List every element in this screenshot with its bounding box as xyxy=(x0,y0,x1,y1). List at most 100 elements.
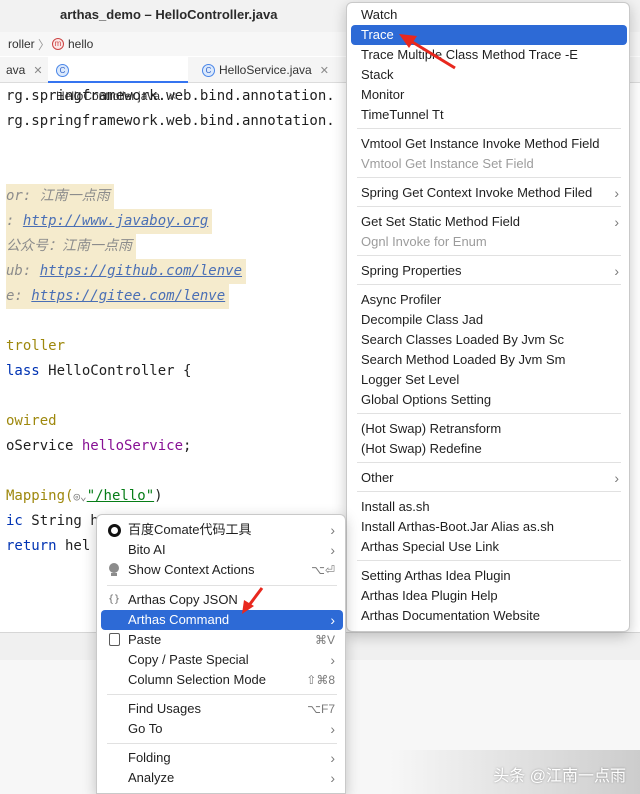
menu-item-label: Show Context Actions xyxy=(128,562,255,577)
field-name: helloService xyxy=(81,438,184,454)
comment-link[interactable]: https://github.com/lenve xyxy=(40,263,242,279)
chevron-right-icon: › xyxy=(330,522,335,538)
code-text: ; xyxy=(183,438,192,454)
menu-item-static-field[interactable]: Get Set Static Method Field › xyxy=(351,212,627,232)
menu-item-column-selection[interactable]: Column Selection Mode ⇧⌘8 xyxy=(101,670,343,690)
menu-item-ognl-enum: Ognl Invoke for Enum xyxy=(351,232,627,252)
tab-hello-service[interactable]: C HelloService.java ✕ xyxy=(196,57,336,83)
menu-item-async-profiler[interactable]: Async Profiler xyxy=(351,290,627,310)
watermark-text: 头条 @江南一点雨 xyxy=(493,768,626,785)
doc-comment-line: e: https://gitee.com/lenve xyxy=(6,284,230,309)
chevron-right-icon: › xyxy=(330,750,335,766)
menu-item-decompile-jad[interactable]: Decompile Class Jad xyxy=(351,310,627,330)
menu-item-label: (Hot Swap) Redefine xyxy=(361,441,482,456)
menu-item-other[interactable]: Other › xyxy=(351,468,627,488)
menu-item-trace[interactable]: Trace xyxy=(351,25,627,45)
menu-item-label: Trace xyxy=(361,27,394,42)
arthas-command-submenu: Watch Trace Trace Multiple Class Method … xyxy=(346,2,630,632)
menu-item-label: Decompile Class Jad xyxy=(361,312,484,327)
menu-item-label: Copy / Paste Special xyxy=(128,652,249,667)
menu-item-label: Get Set Static Method Field xyxy=(361,214,520,229)
menu-item-label: Arthas Documentation Website xyxy=(361,608,540,623)
menu-item-label: Paste xyxy=(128,632,162,647)
menu-item-label: Arthas Command xyxy=(128,612,230,627)
chevron-right-icon: › xyxy=(330,770,335,786)
comment-link[interactable]: https://gitee.com/lenve xyxy=(31,288,225,304)
menu-item-arthas-command[interactable]: Arthas Command › xyxy=(101,610,343,630)
chevron-right-icon: › xyxy=(330,612,335,628)
annotation: Mapping( xyxy=(6,488,74,504)
menu-separator xyxy=(357,284,621,285)
menu-separator xyxy=(107,585,337,586)
menu-item-label: Analyze xyxy=(128,770,175,785)
menu-item-plugin-help[interactable]: Arthas Idea Plugin Help xyxy=(351,586,627,606)
menu-item-bito-ai[interactable]: Bito AI › xyxy=(101,540,343,560)
menu-item-watch[interactable]: Watch xyxy=(351,5,627,25)
code-line: rg.springframework.web.bind.annotation. xyxy=(6,113,335,129)
menu-item-arthas-copy-json[interactable]: {} Arthas Copy JSON xyxy=(101,590,343,610)
menu-item-plugin-settings[interactable]: Setting Arthas Idea Plugin xyxy=(351,566,627,586)
close-icon[interactable]: ✕ xyxy=(320,65,329,77)
annotation-line: owired xyxy=(6,413,57,429)
comment-link[interactable]: http://www.javaboy.org xyxy=(23,213,208,229)
menu-item-timetunnel[interactable]: TimeTunnel Tt xyxy=(351,105,627,125)
menu-item-label: Bito AI xyxy=(128,542,166,557)
menu-item-search-classes[interactable]: Search Classes Loaded By Jvm Sc xyxy=(351,330,627,350)
menu-item-documentation[interactable]: Arthas Documentation Website xyxy=(351,606,627,626)
method-icon: m xyxy=(52,38,64,50)
code-text: HelloController { xyxy=(39,363,192,379)
menu-item-install-boot-alias[interactable]: Install Arthas-Boot.Jar Alias as.sh xyxy=(351,517,627,537)
menu-item-label: Logger Set Level xyxy=(361,372,460,387)
menu-item-comate[interactable]: 百度Comate代码工具 › xyxy=(101,520,343,540)
menu-item-stack[interactable]: Stack xyxy=(351,65,627,85)
menu-item-copy-paste-special[interactable]: Copy / Paste Special › xyxy=(101,650,343,670)
tab-previous-java[interactable]: ava ✕ xyxy=(6,57,50,83)
menu-item-trace-multiple[interactable]: Trace Multiple Class Method Trace -E xyxy=(351,45,627,65)
menu-item-redefine[interactable]: (Hot Swap) Redefine xyxy=(351,439,627,459)
menu-item-paste[interactable]: Paste ⌘V xyxy=(101,630,343,650)
menu-item-label: Async Profiler xyxy=(361,292,442,307)
menu-item-analyze[interactable]: Analyze › xyxy=(101,768,343,788)
menu-item-global-options[interactable]: Global Options Setting xyxy=(351,390,627,410)
tab-hello-controller[interactable]: CHelloController.java ✕ xyxy=(48,57,188,103)
breadcrumb-method[interactable]: hello xyxy=(68,37,93,51)
comment-prefix: : xyxy=(6,213,23,229)
menu-item-spring-properties[interactable]: Spring Properties › xyxy=(351,261,627,281)
menu-item-label: Trace Multiple Class Method Trace -E xyxy=(361,47,578,62)
close-icon[interactable]: ✕ xyxy=(33,65,42,77)
menu-separator xyxy=(357,128,621,129)
tab-label: HelloService.java xyxy=(219,63,312,77)
code-text: String h xyxy=(22,513,99,529)
menu-item-special-use-link[interactable]: Arthas Special Use Link xyxy=(351,537,627,557)
string-literal: "/hello" xyxy=(86,488,155,504)
code-line: lass HelloController { xyxy=(6,359,191,384)
menu-separator xyxy=(357,462,621,463)
menu-item-folding[interactable]: Folding › xyxy=(101,748,343,768)
window-title: arthas_demo – HelloController.java xyxy=(60,7,278,22)
menu-item-install-as-sh[interactable]: Install as.sh xyxy=(351,497,627,517)
menu-item-search-method[interactable]: Search Method Loaded By Jvm Sm xyxy=(351,350,627,370)
breadcrumb-class[interactable]: roller xyxy=(8,37,35,51)
doc-comment-line: : http://www.javaboy.org xyxy=(6,209,213,234)
comment-prefix: e: xyxy=(6,288,32,304)
menu-item-retransform[interactable]: (Hot Swap) Retransform xyxy=(351,419,627,439)
menu-item-monitor[interactable]: Monitor xyxy=(351,85,627,105)
code-line: rg.springframework.web.bind.annotation. xyxy=(6,88,335,104)
menu-item-vmtool-invoke[interactable]: Vmtool Get Instance Invoke Method Field xyxy=(351,134,627,154)
chevron-right-icon: › xyxy=(614,185,619,201)
endpoint-icon[interactable]: ◎⌄ xyxy=(73,490,86,503)
lightbulb-base xyxy=(111,573,117,576)
menu-item-show-context-actions[interactable]: Show Context Actions ⌥⏎ xyxy=(101,560,343,580)
keyword: return xyxy=(6,538,57,554)
menu-item-go-to[interactable]: Go To › xyxy=(101,719,343,739)
menu-item-find-usages[interactable]: Find Usages ⌥F7 xyxy=(101,699,343,719)
menu-item-logger-level[interactable]: Logger Set Level xyxy=(351,370,627,390)
breadcrumb-separator-icon: 〉 xyxy=(38,38,51,52)
chevron-right-icon: › xyxy=(330,721,335,737)
menu-item-label: Global Options Setting xyxy=(361,392,492,407)
menu-item-label: Find Usages xyxy=(128,701,201,716)
json-braces-icon: {} xyxy=(107,594,121,605)
menu-item-spring-context[interactable]: Spring Get Context Invoke Method Filed › xyxy=(351,183,627,203)
chevron-right-icon: › xyxy=(614,263,619,279)
code-line: oService helloService; xyxy=(6,434,191,459)
